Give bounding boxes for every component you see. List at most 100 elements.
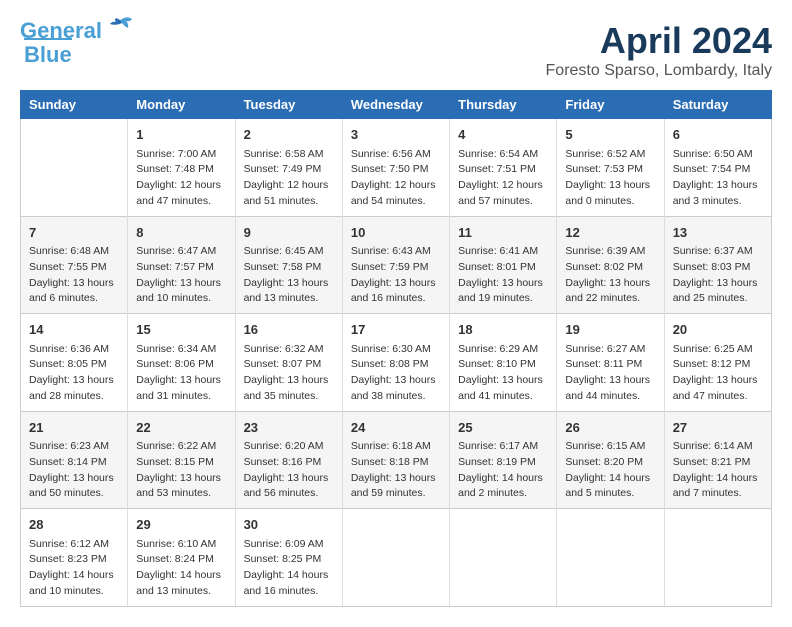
table-row: 13Sunrise: 6:37 AMSunset: 8:03 PMDayligh… bbox=[664, 216, 771, 314]
day-number: 8 bbox=[136, 223, 226, 243]
title-section: April 2024 Foresto Sparso, Lombardy, Ita… bbox=[546, 20, 772, 80]
day-info: Sunrise: 6:43 AMSunset: 7:59 PMDaylight:… bbox=[351, 244, 441, 307]
day-number: 9 bbox=[244, 223, 334, 243]
table-row: 8Sunrise: 6:47 AMSunset: 7:57 PMDaylight… bbox=[128, 216, 235, 314]
day-info: Sunrise: 6:18 AMSunset: 8:18 PMDaylight:… bbox=[351, 439, 441, 502]
table-row bbox=[342, 509, 449, 607]
day-info: Sunrise: 6:15 AMSunset: 8:20 PMDaylight:… bbox=[565, 439, 655, 502]
day-number: 1 bbox=[136, 125, 226, 145]
table-row: 2Sunrise: 6:58 AMSunset: 7:49 PMDaylight… bbox=[235, 119, 342, 217]
day-number: 14 bbox=[29, 320, 119, 340]
day-number: 27 bbox=[673, 418, 763, 438]
day-info: Sunrise: 6:52 AMSunset: 7:53 PMDaylight:… bbox=[565, 147, 655, 210]
table-row: 12Sunrise: 6:39 AMSunset: 8:02 PMDayligh… bbox=[557, 216, 664, 314]
table-row: 25Sunrise: 6:17 AMSunset: 8:19 PMDayligh… bbox=[450, 411, 557, 509]
table-row: 26Sunrise: 6:15 AMSunset: 8:20 PMDayligh… bbox=[557, 411, 664, 509]
day-number: 30 bbox=[244, 515, 334, 535]
day-number: 20 bbox=[673, 320, 763, 340]
table-row: 18Sunrise: 6:29 AMSunset: 8:10 PMDayligh… bbox=[450, 314, 557, 412]
day-number: 22 bbox=[136, 418, 226, 438]
day-number: 29 bbox=[136, 515, 226, 535]
calendar-title: April 2024 bbox=[546, 20, 772, 62]
day-info: Sunrise: 6:14 AMSunset: 8:21 PMDaylight:… bbox=[673, 439, 763, 502]
table-row: 28Sunrise: 6:12 AMSunset: 8:23 PMDayligh… bbox=[21, 509, 128, 607]
table-row: 14Sunrise: 6:36 AMSunset: 8:05 PMDayligh… bbox=[21, 314, 128, 412]
day-info: Sunrise: 6:50 AMSunset: 7:54 PMDaylight:… bbox=[673, 147, 763, 210]
calendar-table: Sunday Monday Tuesday Wednesday Thursday… bbox=[20, 90, 772, 607]
calendar-week-row: 21Sunrise: 6:23 AMSunset: 8:14 PMDayligh… bbox=[21, 411, 772, 509]
day-info: Sunrise: 6:09 AMSunset: 8:25 PMDaylight:… bbox=[244, 537, 334, 600]
table-row: 11Sunrise: 6:41 AMSunset: 8:01 PMDayligh… bbox=[450, 216, 557, 314]
day-info: Sunrise: 6:22 AMSunset: 8:15 PMDaylight:… bbox=[136, 439, 226, 502]
header-saturday: Saturday bbox=[664, 91, 771, 119]
day-info: Sunrise: 6:45 AMSunset: 7:58 PMDaylight:… bbox=[244, 244, 334, 307]
day-info: Sunrise: 6:30 AMSunset: 8:08 PMDaylight:… bbox=[351, 342, 441, 405]
day-info: Sunrise: 6:36 AMSunset: 8:05 PMDaylight:… bbox=[29, 342, 119, 405]
day-info: Sunrise: 6:39 AMSunset: 8:02 PMDaylight:… bbox=[565, 244, 655, 307]
day-info: Sunrise: 6:54 AMSunset: 7:51 PMDaylight:… bbox=[458, 147, 548, 210]
logo: General Blue bbox=[20, 20, 136, 68]
table-row: 10Sunrise: 6:43 AMSunset: 7:59 PMDayligh… bbox=[342, 216, 449, 314]
calendar-week-row: 1Sunrise: 7:00 AMSunset: 7:48 PMDaylight… bbox=[21, 119, 772, 217]
day-number: 7 bbox=[29, 223, 119, 243]
day-number: 25 bbox=[458, 418, 548, 438]
day-number: 10 bbox=[351, 223, 441, 243]
table-row bbox=[21, 119, 128, 217]
table-row: 23Sunrise: 6:20 AMSunset: 8:16 PMDayligh… bbox=[235, 411, 342, 509]
header-sunday: Sunday bbox=[21, 91, 128, 119]
day-info: Sunrise: 6:17 AMSunset: 8:19 PMDaylight:… bbox=[458, 439, 548, 502]
table-row: 16Sunrise: 6:32 AMSunset: 8:07 PMDayligh… bbox=[235, 314, 342, 412]
day-number: 28 bbox=[29, 515, 119, 535]
table-row: 9Sunrise: 6:45 AMSunset: 7:58 PMDaylight… bbox=[235, 216, 342, 314]
day-info: Sunrise: 7:00 AMSunset: 7:48 PMDaylight:… bbox=[136, 147, 226, 210]
table-row: 17Sunrise: 6:30 AMSunset: 8:08 PMDayligh… bbox=[342, 314, 449, 412]
header-tuesday: Tuesday bbox=[235, 91, 342, 119]
calendar-week-row: 7Sunrise: 6:48 AMSunset: 7:55 PMDaylight… bbox=[21, 216, 772, 314]
header-monday: Monday bbox=[128, 91, 235, 119]
table-row: 5Sunrise: 6:52 AMSunset: 7:53 PMDaylight… bbox=[557, 119, 664, 217]
logo-bird-icon bbox=[104, 16, 136, 38]
table-row: 30Sunrise: 6:09 AMSunset: 8:25 PMDayligh… bbox=[235, 509, 342, 607]
table-row: 21Sunrise: 6:23 AMSunset: 8:14 PMDayligh… bbox=[21, 411, 128, 509]
day-info: Sunrise: 6:25 AMSunset: 8:12 PMDaylight:… bbox=[673, 342, 763, 405]
day-info: Sunrise: 6:34 AMSunset: 8:06 PMDaylight:… bbox=[136, 342, 226, 405]
day-number: 13 bbox=[673, 223, 763, 243]
table-row: 6Sunrise: 6:50 AMSunset: 7:54 PMDaylight… bbox=[664, 119, 771, 217]
day-info: Sunrise: 6:12 AMSunset: 8:23 PMDaylight:… bbox=[29, 537, 119, 600]
table-row: 29Sunrise: 6:10 AMSunset: 8:24 PMDayligh… bbox=[128, 509, 235, 607]
day-number: 5 bbox=[565, 125, 655, 145]
day-number: 3 bbox=[351, 125, 441, 145]
day-info: Sunrise: 6:20 AMSunset: 8:16 PMDaylight:… bbox=[244, 439, 334, 502]
calendar-subtitle: Foresto Sparso, Lombardy, Italy bbox=[546, 62, 772, 80]
table-row bbox=[557, 509, 664, 607]
day-number: 18 bbox=[458, 320, 548, 340]
day-number: 12 bbox=[565, 223, 655, 243]
table-row: 20Sunrise: 6:25 AMSunset: 8:12 PMDayligh… bbox=[664, 314, 771, 412]
day-number: 26 bbox=[565, 418, 655, 438]
day-info: Sunrise: 6:32 AMSunset: 8:07 PMDaylight:… bbox=[244, 342, 334, 405]
day-info: Sunrise: 6:41 AMSunset: 8:01 PMDaylight:… bbox=[458, 244, 548, 307]
header-wednesday: Wednesday bbox=[342, 91, 449, 119]
day-number: 21 bbox=[29, 418, 119, 438]
weekday-header-row: Sunday Monday Tuesday Wednesday Thursday… bbox=[21, 91, 772, 119]
table-row: 24Sunrise: 6:18 AMSunset: 8:18 PMDayligh… bbox=[342, 411, 449, 509]
day-number: 4 bbox=[458, 125, 548, 145]
day-info: Sunrise: 6:10 AMSunset: 8:24 PMDaylight:… bbox=[136, 537, 226, 600]
table-row: 7Sunrise: 6:48 AMSunset: 7:55 PMDaylight… bbox=[21, 216, 128, 314]
day-number: 11 bbox=[458, 223, 548, 243]
table-row: 15Sunrise: 6:34 AMSunset: 8:06 PMDayligh… bbox=[128, 314, 235, 412]
table-row: 1Sunrise: 7:00 AMSunset: 7:48 PMDaylight… bbox=[128, 119, 235, 217]
table-row bbox=[450, 509, 557, 607]
table-row: 22Sunrise: 6:22 AMSunset: 8:15 PMDayligh… bbox=[128, 411, 235, 509]
day-info: Sunrise: 6:56 AMSunset: 7:50 PMDaylight:… bbox=[351, 147, 441, 210]
day-info: Sunrise: 6:48 AMSunset: 7:55 PMDaylight:… bbox=[29, 244, 119, 307]
calendar-week-row: 14Sunrise: 6:36 AMSunset: 8:05 PMDayligh… bbox=[21, 314, 772, 412]
logo-blue: Blue bbox=[24, 38, 72, 68]
day-number: 23 bbox=[244, 418, 334, 438]
day-number: 24 bbox=[351, 418, 441, 438]
calendar-week-row: 28Sunrise: 6:12 AMSunset: 8:23 PMDayligh… bbox=[21, 509, 772, 607]
day-info: Sunrise: 6:23 AMSunset: 8:14 PMDaylight:… bbox=[29, 439, 119, 502]
day-number: 2 bbox=[244, 125, 334, 145]
header-friday: Friday bbox=[557, 91, 664, 119]
day-number: 16 bbox=[244, 320, 334, 340]
